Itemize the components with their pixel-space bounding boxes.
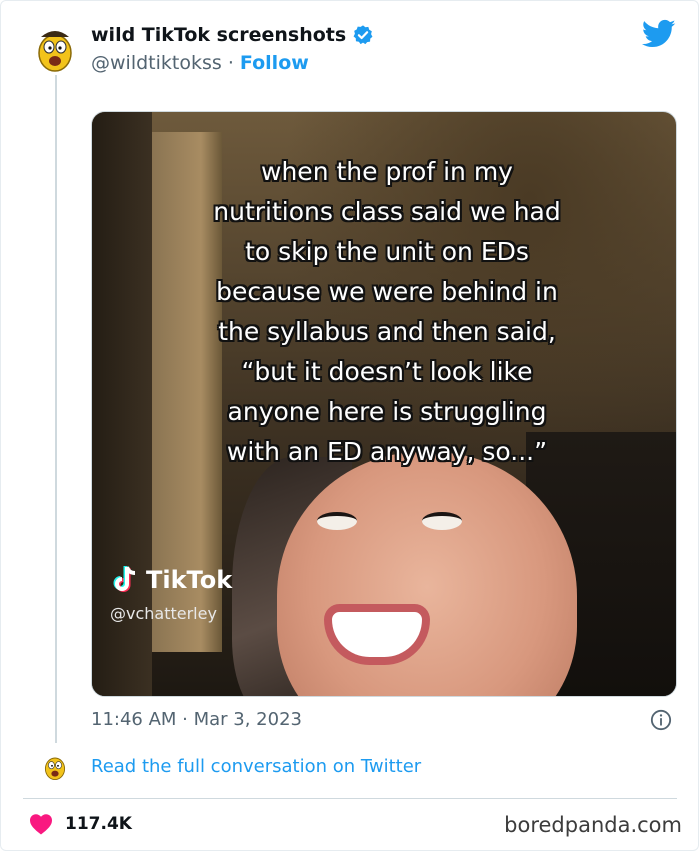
caption-line: anyone here is struggling xyxy=(227,397,547,426)
caption-line: when the prof in my xyxy=(261,157,513,186)
read-full-conversation-link[interactable]: Read the full conversation on Twitter xyxy=(91,756,421,777)
video-caption: when the prof in my nutritions class sai… xyxy=(142,152,632,472)
author-name[interactable]: wild TikTok screenshots xyxy=(91,24,346,46)
verified-badge-icon xyxy=(353,25,373,45)
divider xyxy=(23,798,677,799)
author-handle[interactable]: @wildtiktokss xyxy=(91,52,222,74)
info-icon[interactable] xyxy=(650,709,672,731)
follow-button[interactable]: Follow xyxy=(240,52,309,74)
person-eye-right xyxy=(422,512,462,530)
caption-line: nutritions class said we had xyxy=(213,197,561,226)
boredpanda-watermark: boredpanda.com xyxy=(504,813,682,837)
avatar[interactable] xyxy=(35,27,75,73)
caption-line: with an ED anyway, so...” xyxy=(226,437,548,466)
caption-line: to skip the unit on EDs xyxy=(245,237,529,266)
caption-line: the syllabus and then said, xyxy=(218,317,556,346)
tiktok-logo-icon xyxy=(113,566,136,592)
tiktok-watermark: TikTok xyxy=(110,564,232,596)
person-eye-left xyxy=(317,512,357,530)
author-handle-row: @wildtiktokss · Follow xyxy=(91,52,309,74)
thread-line xyxy=(55,75,57,743)
tweet-timestamp[interactable]: 11:46 AM · Mar 3, 2023 xyxy=(91,709,302,730)
like-count: 117.4K xyxy=(65,814,132,834)
like-button[interactable]: 117.4K xyxy=(29,813,132,835)
tweet-card: wild TikTok screenshots @wildtiktokss · … xyxy=(0,0,699,851)
author-name-row[interactable]: wild TikTok screenshots xyxy=(91,24,374,46)
avatar-small[interactable] xyxy=(43,752,67,782)
tiktok-handle: @vchatterley xyxy=(110,604,217,623)
tweet-media-image[interactable]: when the prof in my nutritions class sai… xyxy=(91,111,677,697)
caption-line: “but it doesn’t look like xyxy=(241,357,533,386)
tiktok-brand-text: TikTok xyxy=(146,566,233,594)
twitter-bird-icon[interactable] xyxy=(642,19,676,49)
separator: · xyxy=(227,52,234,74)
heart-icon xyxy=(30,814,52,835)
caption-line: because we were behind in xyxy=(216,277,558,306)
